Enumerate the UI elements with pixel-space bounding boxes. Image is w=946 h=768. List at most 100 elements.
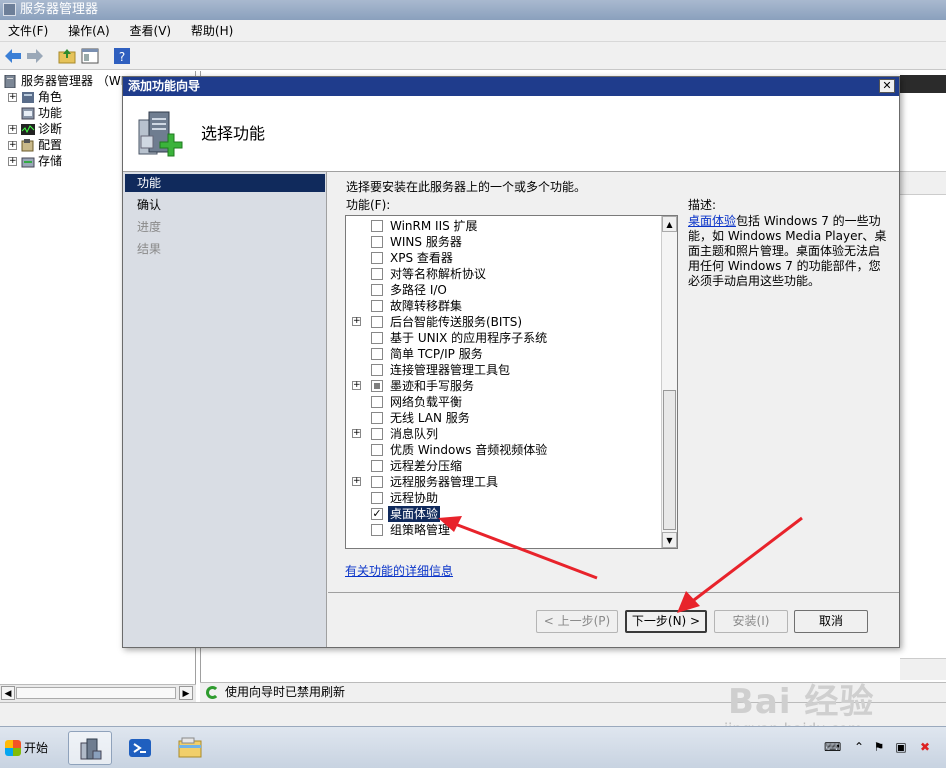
menu-view[interactable]: 查看(V) [122, 20, 180, 42]
feature-checkbox[interactable] [371, 364, 383, 376]
flag-icon[interactable]: ⚑ [872, 740, 886, 754]
feature-checkbox[interactable] [371, 444, 383, 456]
show-hidden-icons-icon[interactable]: ⌃ [852, 740, 866, 754]
feature-row[interactable]: 对等名称解析协议 [346, 266, 662, 282]
expand-icon[interactable]: + [8, 157, 17, 166]
expand-icon[interactable]: + [8, 141, 17, 150]
feature-row[interactable]: 远程协助 [346, 490, 662, 506]
feature-row[interactable]: 网络负载平衡 [346, 394, 662, 410]
feature-label: 远程协助 [390, 491, 439, 505]
details-pane-section-bar [900, 171, 946, 195]
feature-row[interactable]: WINS 服务器 [346, 234, 662, 250]
tree-item-configuration[interactable]: + 配置 [8, 137, 62, 153]
feature-row[interactable]: 组策略管理 [346, 522, 662, 538]
feature-checkbox[interactable] [371, 476, 383, 488]
next-button[interactable]: 下一步(N) > [625, 610, 707, 633]
features-list[interactable]: WinRM IIS 扩展 WINS 服务器 XPS 查看器 对等名称解析协议 多路径 I… [345, 215, 678, 549]
feature-checkbox[interactable] [371, 492, 383, 504]
feature-checkbox[interactable] [371, 268, 383, 280]
feature-row[interactable]: 优质 Windows 音频视频体验 [346, 442, 662, 458]
menu-file[interactable]: 文件(F) [0, 20, 56, 42]
feature-checkbox[interactable] [371, 220, 383, 232]
feature-checkbox[interactable] [371, 460, 383, 472]
expand-icon[interactable]: + [352, 477, 361, 486]
scroll-up-icon[interactable]: ▲ [662, 216, 677, 232]
start-button[interactable]: 开始 [2, 736, 54, 760]
feature-row[interactable]: 简单 TCP/IP 服务 [346, 346, 662, 362]
feature-checkbox[interactable] [371, 412, 383, 424]
tree-root[interactable]: 服务器管理器 （WI [4, 73, 124, 89]
feature-checkbox[interactable]: ✓ [371, 508, 383, 520]
more-info-link[interactable]: 有关功能的详细信息 [345, 562, 453, 579]
feature-checkbox[interactable] [371, 300, 383, 312]
feature-row[interactable]: WinRM IIS 扩展 [346, 218, 662, 234]
feature-checkbox[interactable] [371, 316, 383, 328]
add-features-wizard: 添加功能向导 ✕ 选择功能 功能 确认 进度 结果 选择要安装在此服务器上的一个… [122, 76, 900, 648]
help-icon[interactable]: ? [113, 47, 131, 65]
taskbar-explorer[interactable] [168, 731, 212, 765]
wizard-step-features[interactable]: 功能 [125, 174, 325, 192]
feature-row[interactable]: XPS 查看器 [346, 250, 662, 266]
feature-row[interactable]: 无线 LAN 服务 [346, 410, 662, 426]
install-button[interactable]: 安装(I) [714, 610, 788, 633]
feature-checkbox[interactable] [371, 332, 383, 344]
wizard-step-confirmation[interactable]: 确认 [125, 196, 325, 214]
feature-row[interactable]: 故障转移群集 [346, 298, 662, 314]
feature-checkbox[interactable] [371, 380, 383, 392]
tree-item-diagnostics[interactable]: + 诊断 [8, 121, 62, 137]
feature-row[interactable]: 连接管理器管理工具包 [346, 362, 662, 378]
wizard-step-progress: 进度 [137, 220, 162, 234]
tree-root-label: 服务器管理器 （WI [21, 74, 125, 88]
main-window-title-bar: 服务器管理器 [0, 0, 946, 20]
feature-row[interactable]: + 后台智能传送服务(BITS) [346, 314, 662, 330]
menu-help[interactable]: 帮助(H) [183, 20, 241, 42]
feature-checkbox[interactable] [371, 396, 383, 408]
feature-checkbox[interactable] [371, 428, 383, 440]
feature-row[interactable]: 基于 UNIX 的应用程序子系统 [346, 330, 662, 346]
close-button[interactable]: ✕ [879, 79, 895, 93]
tree-horizontal-scrollbar[interactable]: ◀ ▶ [0, 684, 196, 702]
expand-icon[interactable]: + [352, 381, 361, 390]
details-pane-header [900, 75, 946, 93]
back-button[interactable]: < 上一步(P) [536, 610, 618, 633]
feature-row[interactable]: + 墨迹和手写服务 [346, 378, 662, 394]
keyboard-icon[interactable]: ⌨ [824, 740, 841, 754]
expand-icon[interactable]: + [8, 125, 17, 134]
feature-checkbox[interactable] [371, 284, 383, 296]
back-arrow-icon[interactable] [4, 47, 22, 65]
feature-row[interactable]: + 消息队列 [346, 426, 662, 442]
server-manager-icon [80, 738, 102, 760]
taskbar-powershell[interactable] [118, 731, 162, 765]
feature-checkbox[interactable] [371, 524, 383, 536]
expand-icon[interactable]: + [352, 317, 361, 326]
features-list-scrollbar[interactable]: ▲ ▼ [661, 216, 677, 548]
scroll-right-icon[interactable]: ▶ [179, 686, 193, 700]
network-icon[interactable]: ▣ [894, 740, 908, 754]
expand-icon[interactable]: + [8, 93, 17, 102]
forward-arrow-icon[interactable] [26, 47, 44, 65]
feature-row[interactable]: ✓ 桌面体验 [346, 506, 662, 522]
taskbar-server-manager[interactable] [68, 731, 112, 765]
features-label: 功能(F): [346, 198, 391, 212]
up-folder-icon[interactable] [58, 47, 76, 65]
tree-item-roles[interactable]: + 角色 [8, 89, 62, 105]
show-hide-tree-icon[interactable] [81, 47, 99, 65]
description-link[interactable]: 桌面体验 [688, 214, 736, 228]
expand-icon[interactable]: + [352, 429, 361, 438]
feature-checkbox[interactable] [371, 252, 383, 264]
feature-row[interactable]: 多路径 I/O [346, 282, 662, 298]
feature-row[interactable]: 远程差分压缩 [346, 458, 662, 474]
scroll-left-icon[interactable]: ◀ [1, 686, 15, 700]
scrollbar-thumb[interactable] [16, 687, 176, 699]
volume-muted-icon[interactable]: ✖ [918, 740, 932, 754]
feature-label: XPS 查看器 [390, 251, 453, 265]
menu-action[interactable]: 操作(A) [60, 20, 118, 42]
tree-item-storage[interactable]: + 存储 [8, 153, 62, 169]
scroll-down-icon[interactable]: ▼ [662, 532, 677, 548]
feature-checkbox[interactable] [371, 236, 383, 248]
scrollbar-thumb[interactable] [663, 390, 676, 530]
feature-row[interactable]: + 远程服务器管理工具 [346, 474, 662, 490]
cancel-button[interactable]: 取消 [794, 610, 868, 633]
feature-checkbox[interactable] [371, 348, 383, 360]
tree-item-features[interactable]: 功能 [21, 105, 62, 121]
